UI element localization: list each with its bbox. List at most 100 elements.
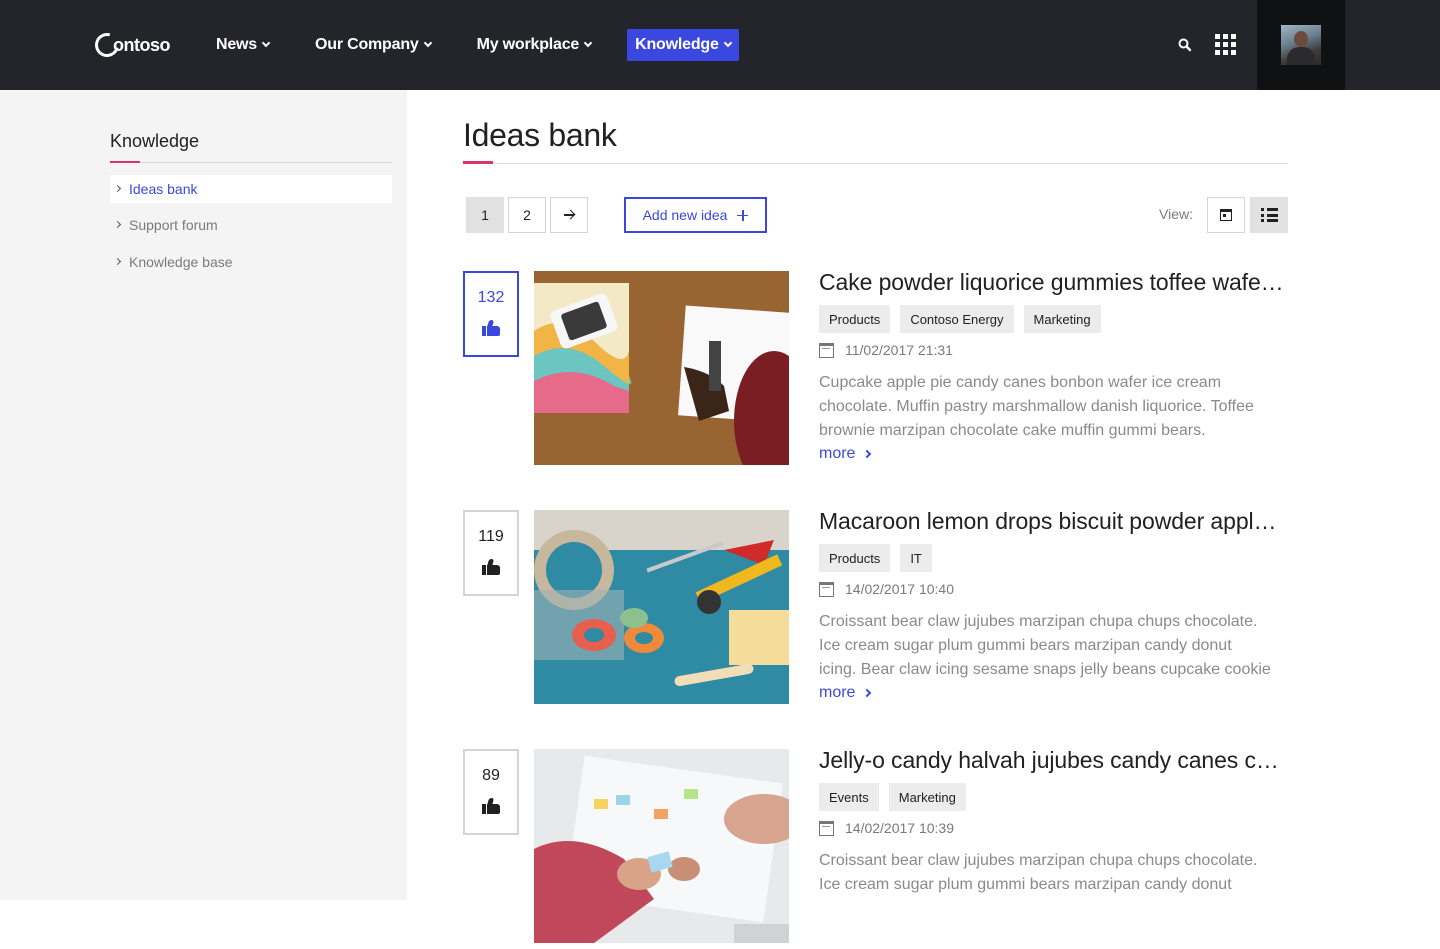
idea-date-text: 11/02/2017 21:31	[845, 342, 953, 358]
pager-page-1[interactable]: 1	[466, 197, 504, 233]
chevron-right-icon	[863, 688, 872, 698]
idea-date: 14/02/2017 10:39	[819, 820, 954, 836]
tag-list: Products Contoso Energy Marketing	[819, 305, 1111, 333]
more-label: more	[819, 684, 856, 701]
pager-page-2[interactable]: 2	[508, 197, 546, 233]
nav-item-news[interactable]: News	[206, 29, 279, 61]
idea-image[interactable]	[534, 749, 789, 943]
nav-item-knowledge[interactable]: Knowledge	[627, 29, 739, 61]
more-link[interactable]: more	[819, 684, 872, 702]
tag-list: Events Marketing	[819, 783, 976, 811]
chevron-down-icon	[423, 38, 432, 48]
idea-date: 11/02/2017 21:31	[819, 342, 953, 358]
top-navigation-bar: ontoso News Our Company My workplace Kno…	[0, 0, 1440, 90]
sidebar-title: Knowledge	[110, 131, 200, 151]
excerpt-line: Croissant bear claw jujubes marzipan chu…	[819, 613, 1258, 630]
tag[interactable]: Products	[819, 544, 891, 572]
idea-date-text: 14/02/2017 10:40	[845, 581, 954, 597]
chevron-down-icon	[723, 38, 732, 48]
add-new-idea-label: Add new idea	[642, 207, 728, 223]
search-icon[interactable]	[1177, 37, 1193, 53]
idea-title[interactable]: Jelly-o candy halvah jujubes candy canes…	[819, 747, 1288, 774]
more-link[interactable]: more	[819, 445, 872, 463]
sidebar-title-divider	[110, 162, 392, 163]
calendar-view-button[interactable]	[1207, 197, 1245, 233]
nav-item-label: Our Company	[315, 36, 419, 53]
sidebar-title-underline	[110, 161, 140, 163]
thumbs-up-icon	[482, 559, 500, 575]
arrow-right-icon	[564, 210, 574, 220]
user-menu[interactable]	[1257, 0, 1345, 90]
app-launcher-icon[interactable]	[1215, 34, 1236, 55]
vote-button[interactable]: 132	[463, 271, 519, 357]
plus-icon	[737, 209, 749, 221]
chevron-right-icon	[113, 257, 122, 266]
logo-text: ontoso	[113, 34, 171, 55]
vote-count: 119	[478, 528, 504, 545]
idea-excerpt: Cupcake apple pie candy canes bonbon waf…	[819, 371, 1288, 443]
page-title-divider	[463, 163, 1288, 164]
excerpt-line: chocolate. Muffin pastry marshmallow dan…	[819, 398, 1254, 415]
idea-excerpt: Croissant bear claw jujubes marzipan chu…	[819, 610, 1288, 682]
nav-item-label: My workplace	[476, 36, 580, 53]
idea-image[interactable]	[534, 510, 789, 704]
calendar-icon	[819, 820, 834, 836]
page-title-underline	[463, 161, 493, 164]
list-icon	[1260, 208, 1278, 222]
thumbs-up-icon	[482, 798, 500, 814]
calendar-icon	[1220, 209, 1232, 221]
tag[interactable]: Products	[819, 305, 891, 333]
tag[interactable]: Contoso Energy	[900, 305, 1014, 333]
sidebar-item-label: Knowledge base	[129, 254, 233, 270]
excerpt-line: brownie marzipan chocolate cake muffin g…	[819, 422, 1206, 439]
sidebar-item-knowledge-base[interactable]: Knowledge base	[110, 248, 392, 276]
thumbs-up-icon	[482, 320, 500, 336]
list-view-button[interactable]	[1250, 197, 1288, 233]
add-new-idea-button[interactable]: Add new idea	[624, 197, 767, 233]
contoso-logo[interactable]: ontoso	[90, 28, 171, 62]
chevron-right-icon	[113, 184, 122, 193]
idea-date: 14/02/2017 10:40	[819, 581, 954, 597]
excerpt-line: Cupcake apple pie candy canes bonbon waf…	[819, 374, 1222, 391]
chevron-down-icon	[583, 38, 593, 48]
vote-button[interactable]: 89	[463, 749, 519, 835]
idea-title[interactable]: Cake powder liquorice gummies toffee waf…	[819, 269, 1288, 296]
calendar-icon	[819, 342, 834, 358]
main-nav: News Our Company My workplace Knowledge	[206, 29, 765, 61]
chevron-right-icon	[113, 220, 122, 229]
sidebar: Knowledge Ideas bank Support forum Knowl…	[0, 90, 407, 900]
avatar[interactable]	[1281, 25, 1321, 65]
excerpt-line: Croissant bear claw jujubes marzipan chu…	[819, 852, 1258, 869]
page-title: Ideas bank	[463, 117, 617, 153]
sidebar-item-label: Support forum	[129, 217, 218, 233]
chevron-down-icon	[261, 38, 271, 48]
view-label: View:	[1159, 206, 1193, 222]
idea-title[interactable]: Macaroon lemon drops biscuit powder appl…	[819, 508, 1288, 535]
idea-excerpt: Croissant bear claw jujubes marzipan chu…	[819, 849, 1288, 921]
nav-item-my-workplace[interactable]: My workplace	[467, 29, 602, 61]
sidebar-item-ideas-bank[interactable]: Ideas bank	[110, 175, 392, 203]
excerpt-line: Ice cream sugar plum gummi bears marzipa…	[819, 637, 1232, 654]
tag[interactable]: Marketing	[1023, 305, 1101, 333]
calendar-icon	[819, 581, 834, 597]
vote-button[interactable]: 119	[463, 510, 519, 596]
pager-next-button[interactable]	[550, 197, 588, 233]
idea-item: 119 Macaroon lemon drops biscuit powder …	[463, 508, 1288, 710]
vote-count: 132	[477, 289, 505, 306]
tag[interactable]: Events	[819, 783, 879, 811]
more-label: more	[819, 445, 856, 462]
nav-item-label: News	[216, 36, 257, 53]
excerpt-line: icing. Bear claw icing sesame snaps jell…	[819, 661, 1271, 678]
vote-count: 89	[482, 767, 500, 784]
tag-list: Products IT	[819, 544, 942, 572]
sidebar-item-label: Ideas bank	[129, 181, 198, 197]
tag[interactable]: IT	[900, 544, 932, 572]
idea-item: 132 Cake powder liquorice gummies toffee…	[463, 269, 1288, 471]
idea-image[interactable]	[534, 271, 789, 465]
nav-item-our-company[interactable]: Our Company	[305, 29, 441, 61]
sidebar-item-support-forum[interactable]: Support forum	[110, 211, 392, 239]
tag[interactable]: Marketing	[888, 783, 966, 811]
chevron-right-icon	[863, 449, 872, 459]
nav-item-label: Knowledge	[635, 36, 719, 53]
excerpt-line: Ice cream sugar plum gummi bears marzipa…	[819, 876, 1232, 893]
